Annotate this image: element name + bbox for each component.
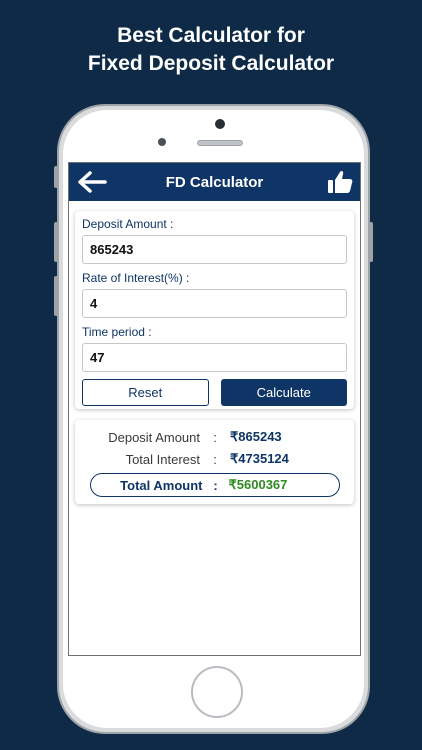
volume-up-button xyxy=(54,222,58,262)
result-deposit-value: ₹865243 xyxy=(230,429,282,444)
promo-headline: Best Calculator for Fixed Deposit Calcul… xyxy=(0,22,422,78)
result-interest-value: ₹4735124 xyxy=(230,451,289,466)
headline-line-1: Best Calculator for xyxy=(117,24,305,47)
home-button[interactable] xyxy=(191,666,243,718)
result-separator: : xyxy=(213,429,217,445)
sensor-icon xyxy=(158,138,166,146)
time-period-label: Time period : xyxy=(82,325,152,339)
volume-down-button xyxy=(54,276,58,316)
rate-of-interest-input[interactable]: 4 xyxy=(82,289,347,318)
input-card: Deposit Amount : 865243 Rate of Interest… xyxy=(75,211,354,409)
result-separator: : xyxy=(213,451,217,467)
page-title: FD Calculator xyxy=(165,173,264,191)
headline-line-2: Fixed Deposit Calculator xyxy=(87,52,335,75)
result-total-value: ₹5600367 xyxy=(228,477,288,492)
result-row-deposit: Deposit Amount : ₹865243 xyxy=(75,426,354,448)
power-button xyxy=(369,222,373,262)
result-interest-label: Total Interest xyxy=(125,451,200,467)
camera-icon xyxy=(215,119,225,129)
result-separator: : xyxy=(213,477,218,493)
reset-button[interactable]: Reset xyxy=(82,379,209,406)
result-total-label: Total Amount xyxy=(120,477,203,493)
app-bar: FD Calculator xyxy=(69,163,360,201)
thumbs-up-icon[interactable] xyxy=(327,169,353,195)
mute-switch xyxy=(54,166,58,188)
time-period-input[interactable]: 47 xyxy=(82,343,347,372)
speaker-grille xyxy=(197,140,243,146)
result-deposit-label: Deposit Amount xyxy=(108,429,200,445)
result-row-interest: Total Interest : ₹4735124 xyxy=(75,448,354,470)
app-screen: FD Calculator Deposit Amount : 865243 Ra… xyxy=(68,162,361,656)
result-row-total: Total Amount : ₹5600367 xyxy=(89,473,340,497)
deposit-amount-input[interactable]: 865243 xyxy=(82,235,347,264)
calculate-button[interactable]: Calculate xyxy=(220,379,347,406)
arrow-left-icon[interactable] xyxy=(76,170,108,194)
action-buttons: Reset Calculate xyxy=(82,379,347,406)
deposit-amount-label: Deposit Amount : xyxy=(82,217,174,231)
rate-of-interest-label: Rate of Interest(%) : xyxy=(82,271,190,285)
result-card: Deposit Amount : ₹865243 Total Interest … xyxy=(75,420,354,504)
